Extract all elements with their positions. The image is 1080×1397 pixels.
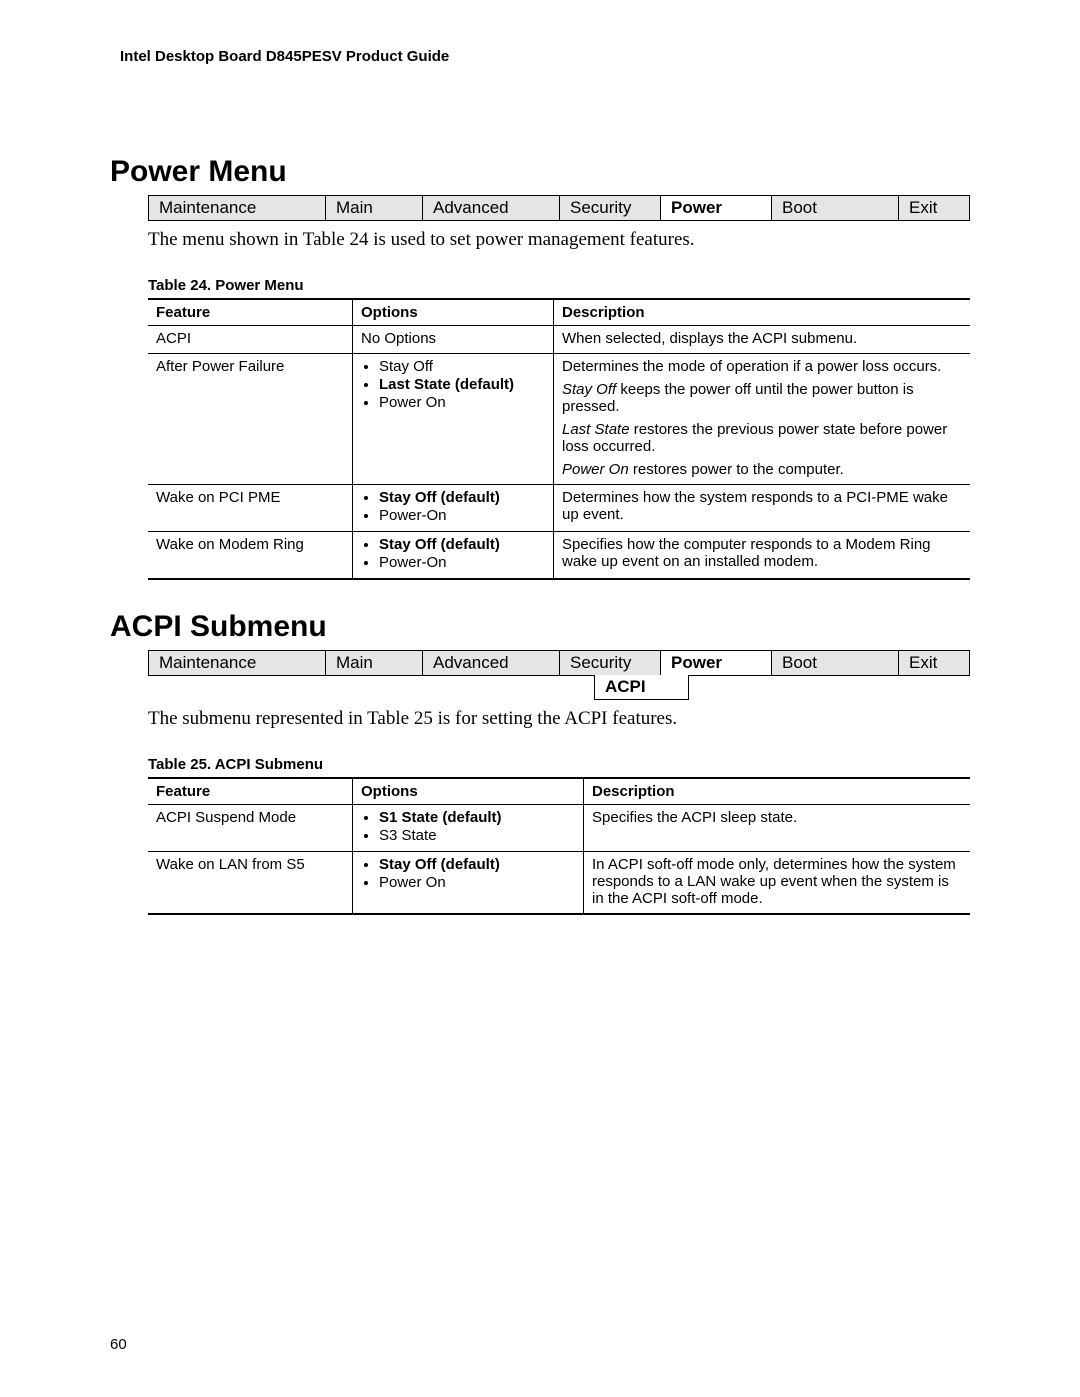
tab-exit: Exit bbox=[899, 651, 969, 675]
cell-description: In ACPI soft-off mode only, determines h… bbox=[584, 852, 971, 915]
tab-boot: Boot bbox=[772, 196, 899, 220]
table-row: After Power FailureStay OffLast State (d… bbox=[148, 354, 970, 485]
table-25-caption: Table 25. ACPI Submenu bbox=[148, 756, 970, 773]
option-item: S3 State bbox=[379, 827, 575, 845]
cell-feature: ACPI Suspend Mode bbox=[148, 805, 353, 852]
option-item: Last State (default) bbox=[379, 376, 545, 394]
table-row: Wake on Modem RingStay Off (default)Powe… bbox=[148, 532, 970, 580]
table-row: Wake on LAN from S5Stay Off (default)Pow… bbox=[148, 852, 970, 915]
option-item: Stay Off (default) bbox=[379, 856, 575, 874]
th-feature: Feature bbox=[148, 778, 353, 805]
tab-exit: Exit bbox=[899, 196, 969, 220]
heading-power-menu: Power Menu bbox=[110, 155, 970, 189]
cell-options: S1 State (default)S3 State bbox=[353, 805, 584, 852]
cell-options: No Options bbox=[353, 326, 554, 354]
option-item: S1 State (default) bbox=[379, 809, 575, 827]
submenu-row: ACPI bbox=[148, 675, 970, 700]
tab-maintenance: Maintenance bbox=[149, 196, 326, 220]
option-item: Power-On bbox=[379, 507, 545, 525]
th-options: Options bbox=[353, 778, 584, 805]
option-item: Stay Off bbox=[379, 358, 545, 376]
bios-tabstrip-2: Maintenance Main Advanced Security Power… bbox=[148, 650, 970, 676]
th-description: Description bbox=[554, 299, 971, 326]
page-number: 60 bbox=[110, 1336, 127, 1353]
cell-description: When selected, displays the ACPI submenu… bbox=[554, 326, 971, 354]
tab-power: Power bbox=[661, 651, 772, 675]
cell-description: Specifies how the computer responds to a… bbox=[554, 532, 971, 580]
document-page: Intel Desktop Board D845PESV Product Gui… bbox=[0, 0, 1080, 1397]
intro-text-2: The submenu represented in Table 25 is f… bbox=[148, 708, 970, 730]
th-description: Description bbox=[584, 778, 971, 805]
submenu-tab-acpi: ACPI bbox=[594, 675, 689, 700]
option-item: Stay Off (default) bbox=[379, 489, 545, 507]
cell-description: Determines the mode of operation if a po… bbox=[554, 354, 971, 485]
bios-tabstrip-1: Maintenance Main Advanced Security Power… bbox=[148, 195, 970, 221]
intro-text-1: The menu shown in Table 24 is used to se… bbox=[148, 229, 970, 251]
cell-options: Stay Off (default)Power-On bbox=[353, 532, 554, 580]
table-25-acpi-submenu: Feature Options Description ACPI Suspend… bbox=[148, 777, 970, 915]
table-row: Wake on PCI PMEStay Off (default)Power-O… bbox=[148, 485, 970, 532]
tab-boot: Boot bbox=[772, 651, 899, 675]
tab-advanced: Advanced bbox=[423, 196, 560, 220]
table-row: ACPINo OptionsWhen selected, displays th… bbox=[148, 326, 970, 354]
cell-options: Stay Off (default)Power On bbox=[353, 852, 584, 915]
tab-main: Main bbox=[326, 651, 423, 675]
tab-maintenance: Maintenance bbox=[149, 651, 326, 675]
table-row: ACPI Suspend ModeS1 State (default)S3 St… bbox=[148, 805, 970, 852]
cell-feature: Wake on Modem Ring bbox=[148, 532, 353, 580]
cell-feature: ACPI bbox=[148, 326, 353, 354]
cell-description: Specifies the ACPI sleep state. bbox=[584, 805, 971, 852]
tab-security: Security bbox=[560, 196, 661, 220]
th-options: Options bbox=[353, 299, 554, 326]
cell-feature: Wake on PCI PME bbox=[148, 485, 353, 532]
tab-power: Power bbox=[661, 196, 772, 220]
cell-feature: Wake on LAN from S5 bbox=[148, 852, 353, 915]
th-feature: Feature bbox=[148, 299, 353, 326]
cell-feature: After Power Failure bbox=[148, 354, 353, 485]
tab-security: Security bbox=[560, 651, 661, 675]
heading-acpi-submenu: ACPI Submenu bbox=[110, 610, 970, 644]
option-item: Stay Off (default) bbox=[379, 536, 545, 554]
cell-options: Stay Off (default)Power-On bbox=[353, 485, 554, 532]
cell-description: Determines how the system responds to a … bbox=[554, 485, 971, 532]
table-24-power-menu: Feature Options Description ACPINo Optio… bbox=[148, 298, 970, 580]
option-item: Power-On bbox=[379, 554, 545, 572]
option-item: Power On bbox=[379, 394, 545, 412]
tab-advanced: Advanced bbox=[423, 651, 560, 675]
table-24-caption: Table 24. Power Menu bbox=[148, 277, 970, 294]
tab-main: Main bbox=[326, 196, 423, 220]
document-header: Intel Desktop Board D845PESV Product Gui… bbox=[120, 48, 970, 65]
cell-options: Stay OffLast State (default)Power On bbox=[353, 354, 554, 485]
option-item: Power On bbox=[379, 874, 575, 892]
